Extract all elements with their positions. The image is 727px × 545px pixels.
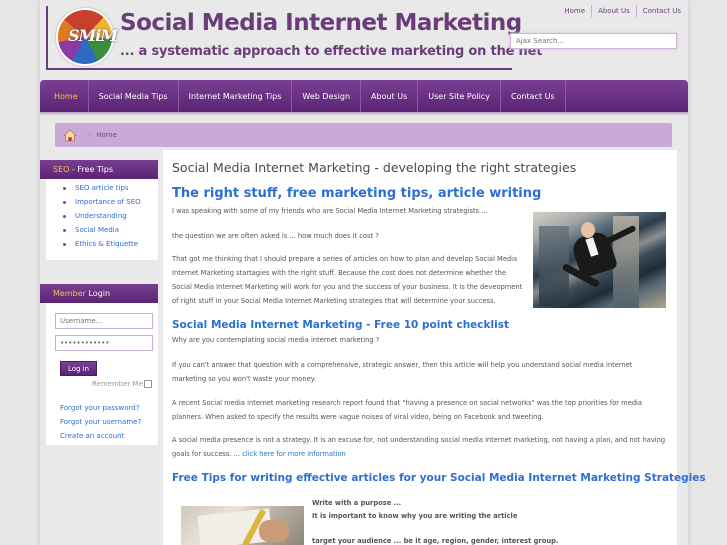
toplink-home[interactable]: Home bbox=[558, 5, 591, 17]
login-button[interactable]: Log in bbox=[60, 361, 97, 376]
breadcrumb: › Home bbox=[55, 123, 672, 147]
site-tagline: ... a systematic approach to effective m… bbox=[120, 44, 543, 59]
section-heading-free-tips: Free Tips for writing effective articles… bbox=[172, 472, 706, 484]
page-title: Social Media Internet Marketing - develo… bbox=[172, 160, 577, 175]
nav-shadow bbox=[40, 112, 688, 116]
tip-bold-text: It is important to know why you are writ… bbox=[312, 512, 518, 520]
paragraph: Why are you contemplating social media i… bbox=[172, 336, 380, 344]
paragraph: If you can't answer that question with a… bbox=[172, 361, 633, 383]
tip-bold-text: target your audience ... be it age, regi… bbox=[312, 537, 559, 545]
remember-me-checkbox[interactable] bbox=[144, 380, 152, 388]
paragraph: I was speaking with some of my friends w… bbox=[172, 207, 488, 215]
sidebar-item-seo-article-tips[interactable]: SEO article tips bbox=[62, 181, 158, 195]
logo-puzzle-icon: SMiM bbox=[56, 8, 118, 66]
nav-item-home[interactable]: Home bbox=[44, 80, 89, 112]
sidebar-item-social-media[interactable]: Social Media bbox=[62, 223, 158, 237]
forgot-password-link[interactable]: Forgot your password? bbox=[60, 404, 139, 412]
toplink-contact[interactable]: Contact Us bbox=[635, 5, 687, 17]
sidebar-heading-text: - Free Tips bbox=[69, 165, 114, 174]
home-icon[interactable] bbox=[59, 123, 81, 147]
sidebar-heading-accent: Member bbox=[53, 289, 86, 298]
nav-item-contact-us[interactable]: Contact Us bbox=[501, 80, 566, 112]
sidebar-login-heading: Member Login bbox=[40, 284, 158, 303]
paragraph: A social media presence is not a strateg… bbox=[172, 433, 670, 461]
paragraph: A recent Social media internet marketing… bbox=[172, 399, 643, 421]
section-heading-checklist: Social Media Internet Marketing - Free 1… bbox=[172, 319, 509, 331]
forgot-username-link[interactable]: Forgot your username? bbox=[60, 418, 141, 426]
create-account-link[interactable]: Create an account bbox=[60, 432, 124, 440]
nav-item-internet-marketing-tips[interactable]: Internet Marketing Tips bbox=[179, 80, 293, 112]
sidebar-heading-accent: SEO bbox=[53, 165, 70, 174]
more-info-link[interactable]: click here for more information bbox=[242, 450, 346, 458]
nav-item-social-media-tips[interactable]: Social Media Tips bbox=[89, 80, 179, 112]
nav-item-web-design[interactable]: Web Design bbox=[292, 80, 362, 112]
nav-item-about-us[interactable]: About Us bbox=[361, 80, 419, 112]
username-field[interactable] bbox=[55, 313, 153, 329]
sidebar-item-understanding[interactable]: Understanding bbox=[62, 209, 158, 223]
sidebar-seo-box: SEO article tips Importance of SEO Under… bbox=[46, 179, 158, 260]
paragraph: That got me thinking that I should prepa… bbox=[172, 255, 523, 305]
tip-bold-text: Write with a purpose ... bbox=[312, 499, 402, 507]
writing-hand-image bbox=[181, 506, 304, 545]
password-field[interactable] bbox=[55, 335, 153, 351]
paragraph: the question we are often asked is ... h… bbox=[172, 232, 379, 240]
breadcrumb-separator: › bbox=[87, 130, 91, 140]
main-nav: Home Social Media Tips Internet Marketin… bbox=[40, 80, 688, 112]
site-title: Social Media Internet Marketing bbox=[120, 10, 522, 36]
toplink-about[interactable]: About Us bbox=[591, 5, 636, 17]
nav-item-user-site-policy[interactable]: User Site Policy bbox=[418, 80, 501, 112]
jumping-businessman-image bbox=[533, 212, 666, 308]
site-logo[interactable]: SMiM Social Media Internet Marketing ...… bbox=[46, 6, 542, 70]
sidebar-seo-heading: SEO - Free Tips bbox=[40, 160, 158, 179]
sidebar-item-ethics[interactable]: Ethics & Etiquette bbox=[62, 237, 158, 251]
sidebar-item-importance-of-seo[interactable]: Importance of SEO bbox=[62, 195, 158, 209]
breadcrumb-home[interactable]: Home bbox=[96, 131, 117, 139]
top-links: Home About Us Contact Us bbox=[558, 5, 687, 17]
search-input[interactable] bbox=[510, 33, 677, 49]
sidebar-heading-text: Login bbox=[85, 289, 111, 298]
remember-me-label: Remember Me bbox=[92, 380, 143, 388]
section-heading-right-stuff: The right stuff, free marketing tips, ar… bbox=[172, 186, 542, 201]
